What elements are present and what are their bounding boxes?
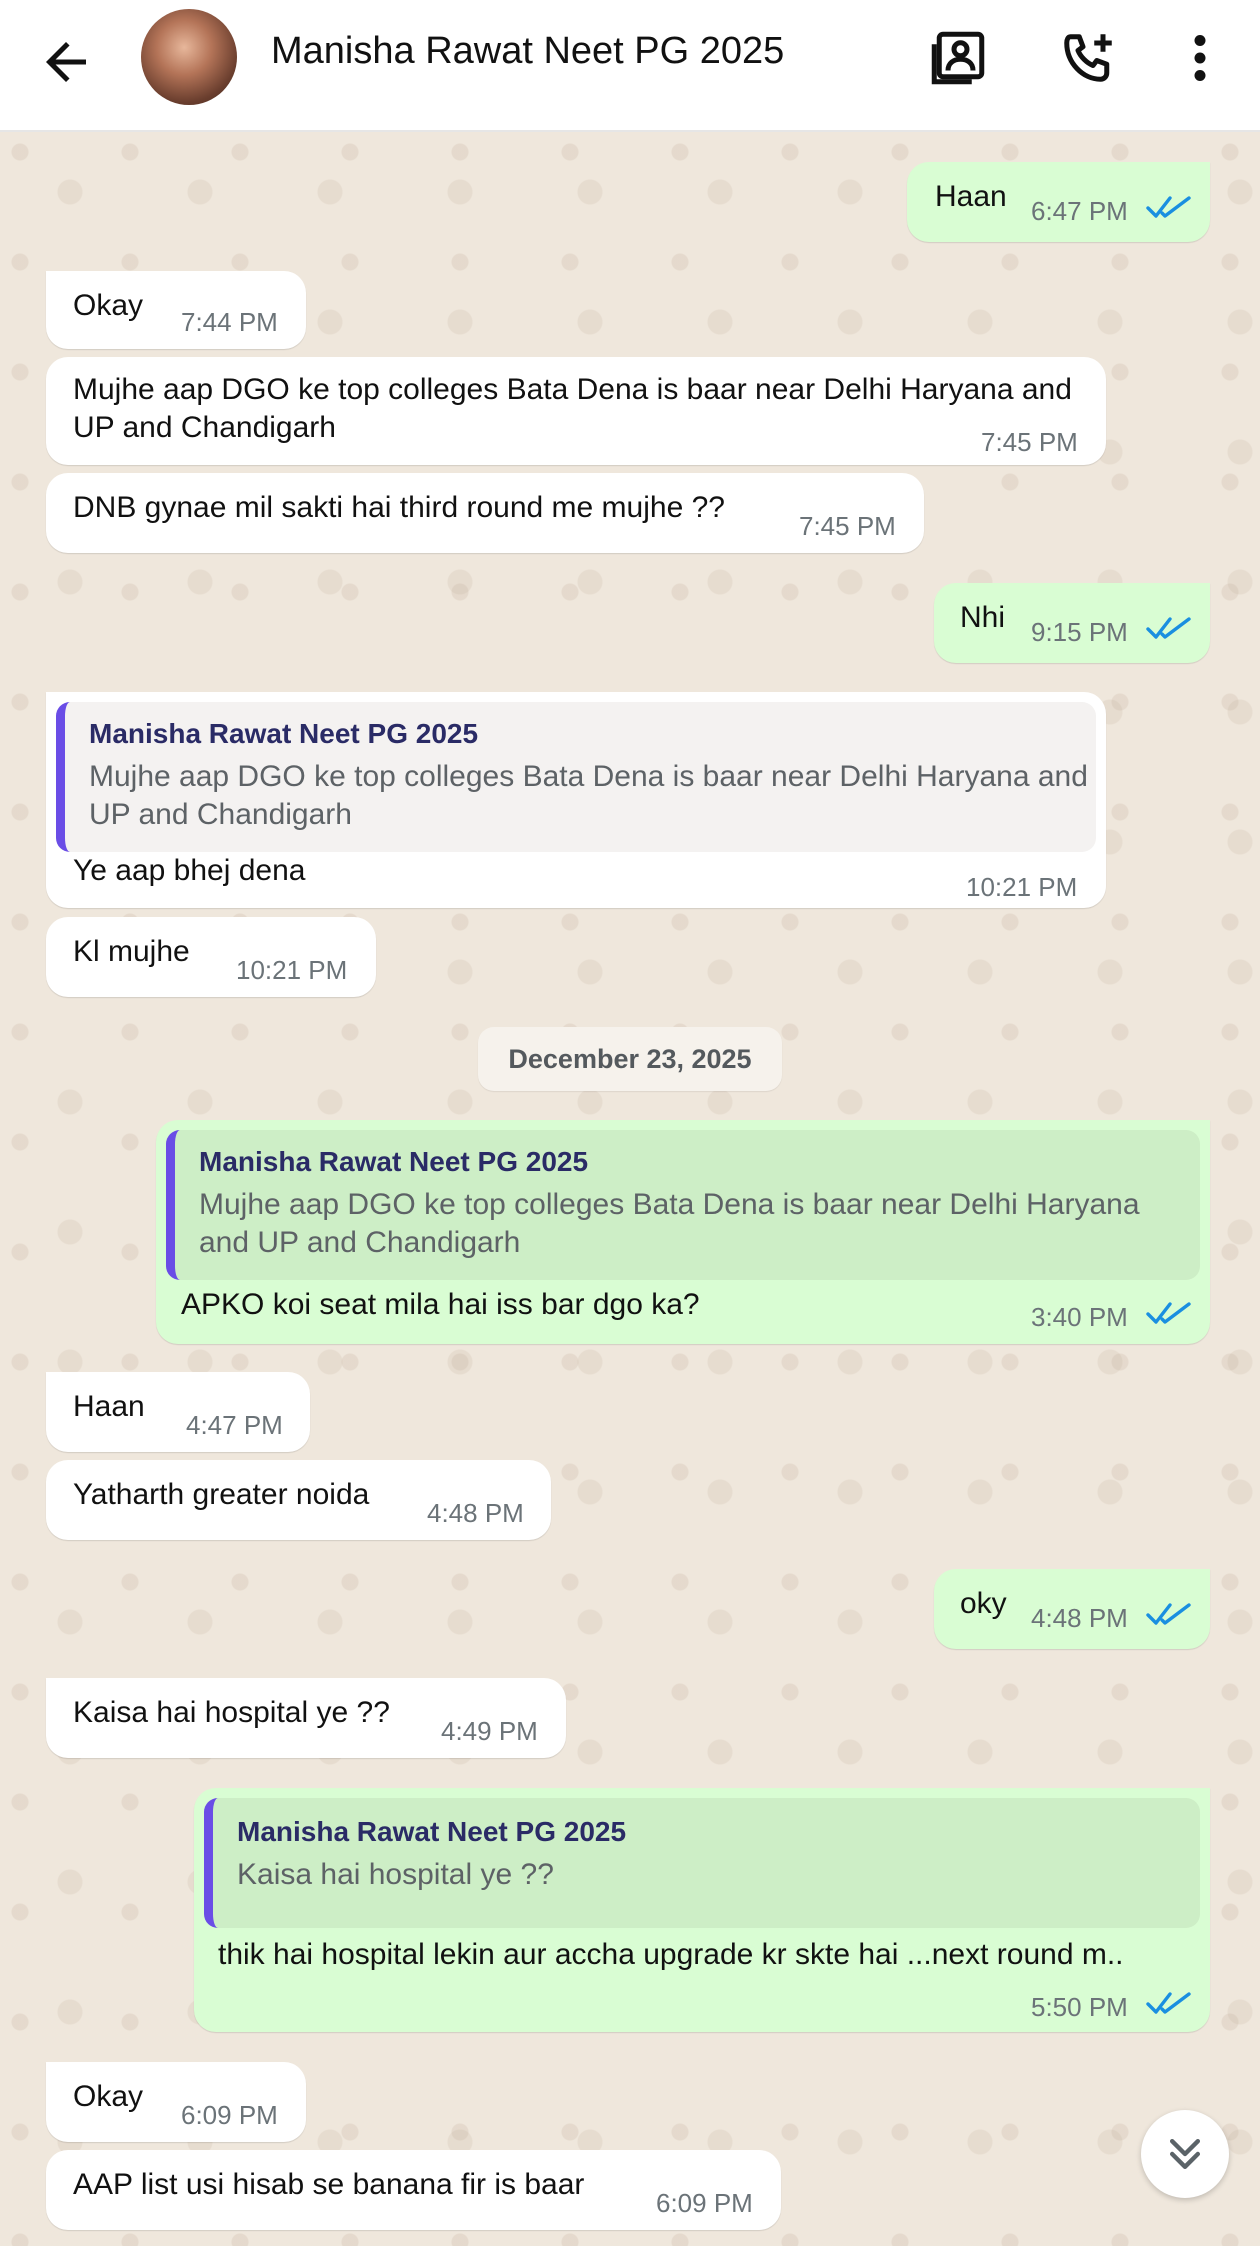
quoted-text: Mujhe aap DGO ke top colleges Bata Dena … [89, 760, 1088, 831]
message-text: Okay [73, 2080, 144, 2113]
read-ticks-icon [1146, 194, 1192, 220]
message-text: Ye aap bhej dena [73, 854, 306, 887]
message-time: 3:40 PM [1031, 1302, 1128, 1332]
double-chevron-down-icon [1169, 2138, 1201, 2170]
message-text: APKO koi seat mila hai iss bar dgo ka? [181, 1288, 700, 1321]
quoted-text: Kaisa hai hospital ye ?? [237, 1858, 554, 1891]
add-call-icon[interactable] [1058, 28, 1118, 88]
message-text: Kaisa hai hospital ye ?? [73, 1696, 390, 1729]
message-text: AAP list usi hisab se banana fir is baar [73, 2168, 585, 2201]
message-bubble[interactable]: Kaisa hai hospital ye ?? 4:49 PM [46, 1678, 566, 1758]
chat-header: Manisha Rawat Neet PG 2025 [0, 0, 1260, 132]
message-text: DNB gynae mil sakti hai third round me m… [73, 491, 725, 524]
message-time: 4:49 PM [441, 1716, 538, 1746]
quoted-message[interactable]: Manisha Rawat Neet PG 2025 Mujhe aap DGO… [166, 1130, 1200, 1280]
scroll-to-bottom-button[interactable] [1141, 2110, 1229, 2198]
read-ticks-icon [1146, 1990, 1192, 2016]
read-ticks-icon [1146, 615, 1192, 641]
message-bubble[interactable]: oky 4:48 PM [934, 1569, 1210, 1649]
message-bubble[interactable]: Manisha Rawat Neet PG 2025 Mujhe aap DGO… [46, 692, 1106, 908]
message-text: Yatharth greater noida [73, 1478, 370, 1511]
message-time: 4:47 PM [186, 1410, 283, 1440]
message-bubble[interactable]: Yatharth greater noida 4:48 PM [46, 1460, 551, 1540]
quoted-author: Manisha Rawat Neet PG 2025 [237, 1816, 627, 1847]
message-time: 10:21 PM [236, 955, 348, 985]
message-bubble[interactable]: Okay 6:09 PM [46, 2062, 306, 2142]
message-bubble[interactable]: Haan 4:47 PM [46, 1372, 310, 1452]
message-time: 10:21 PM [966, 872, 1078, 902]
message-text: Nhi [960, 601, 1006, 634]
message-time: 5:50 PM [1031, 1992, 1128, 2022]
message-text: Haan [73, 1390, 145, 1423]
message-bubble[interactable]: Manisha Rawat Neet PG 2025 Kaisa hai hos… [194, 1788, 1210, 2032]
date-separator: December 23, 2025 [478, 1027, 782, 1091]
message-bubble[interactable]: Haan 6:47 PM [907, 162, 1210, 242]
contact-card-icon[interactable] [928, 28, 988, 88]
contact-name[interactable]: Manisha Rawat Neet PG 2025 [271, 30, 784, 73]
message-time: 9:15 PM [1031, 617, 1128, 647]
avatar[interactable] [141, 9, 237, 105]
message-bubble[interactable]: Mujhe aap DGO ke top colleges Bata Dena … [46, 357, 1106, 465]
message-text: Mujhe aap DGO ke top colleges Bata Dena … [73, 373, 1072, 444]
message-bubble[interactable]: Okay 7:44 PM [46, 271, 306, 349]
message-time: 7:44 PM [181, 307, 278, 337]
message-bubble[interactable]: Nhi 9:15 PM [934, 583, 1210, 663]
more-vert-icon[interactable] [1170, 28, 1230, 88]
message-bubble[interactable]: AAP list usi hisab se banana fir is baar… [46, 2150, 781, 2230]
quoted-message[interactable]: Manisha Rawat Neet PG 2025 Mujhe aap DGO… [56, 702, 1096, 852]
back-arrow-icon[interactable] [36, 32, 96, 92]
message-time: 6:09 PM [181, 2100, 278, 2130]
quoted-text: Mujhe aap DGO ke top colleges Bata Dena … [199, 1188, 1140, 1259]
quoted-author: Manisha Rawat Neet PG 2025 [199, 1146, 589, 1177]
message-text: Okay [73, 289, 144, 322]
message-bubble[interactable]: DNB gynae mil sakti hai third round me m… [46, 473, 924, 553]
message-bubble[interactable]: Manisha Rawat Neet PG 2025 Mujhe aap DGO… [156, 1120, 1210, 1344]
message-time: 4:48 PM [1031, 1603, 1128, 1633]
message-time: 6:09 PM [656, 2188, 753, 2218]
read-ticks-icon [1146, 1601, 1192, 1627]
message-bubble[interactable]: Kl mujhe 10:21 PM [46, 917, 376, 997]
message-text: Haan [935, 180, 1007, 213]
read-ticks-icon [1146, 1300, 1192, 1326]
quoted-author: Manisha Rawat Neet PG 2025 [89, 718, 479, 749]
message-time: 7:45 PM [981, 427, 1078, 457]
message-time: 6:47 PM [1031, 196, 1128, 226]
message-text: thik hai hospital lekin aur accha upgrad… [218, 1938, 1124, 1971]
message-time: 7:45 PM [799, 511, 896, 541]
message-time: 4:48 PM [427, 1498, 524, 1528]
message-text: oky [960, 1587, 1007, 1620]
message-text: Kl mujhe [73, 935, 190, 968]
quoted-message[interactable]: Manisha Rawat Neet PG 2025 Kaisa hai hos… [204, 1798, 1200, 1928]
